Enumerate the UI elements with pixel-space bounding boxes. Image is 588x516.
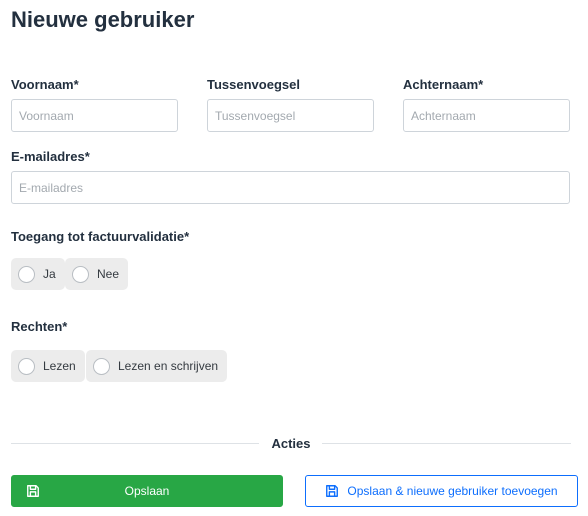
radio-circle[interactable]: [72, 265, 89, 283]
last-name-label: Achternaam*: [403, 77, 484, 92]
radio-label: Lezen: [43, 359, 76, 373]
save-and-add-new-user-button[interactable]: Opslaan & nieuwe gebruiker toevoegen: [305, 475, 578, 507]
radio-label: Ja: [43, 267, 56, 281]
floppy-disk-icon: [26, 484, 40, 498]
divider-left: [11, 443, 259, 444]
invoice-access-label: Toegang tot factuurvalidatie*: [11, 229, 190, 244]
infix-input[interactable]: [207, 99, 374, 132]
save-button[interactable]: Opslaan: [11, 475, 283, 507]
radio-label: Lezen en schrijven: [118, 359, 219, 373]
infix-label: Tussenvoegsel: [207, 77, 300, 92]
last-name-input[interactable]: [403, 99, 570, 132]
radio-circle[interactable]: [93, 357, 110, 375]
first-name-input[interactable]: [11, 99, 178, 132]
actions-title: Acties: [264, 436, 318, 452]
divider-right: [322, 443, 571, 444]
floppy-disk-icon: [325, 484, 339, 498]
radio-circle[interactable]: [18, 265, 35, 283]
invoice-access-option-ja[interactable]: Ja: [11, 258, 65, 290]
rights-label: Rechten*: [11, 319, 68, 334]
page-title: Nieuwe gebruiker: [11, 7, 195, 32]
save-and-add-new-user-label: Opslaan & nieuwe gebruiker toevoegen: [347, 484, 558, 498]
invoice-access-option-nee[interactable]: Nee: [65, 258, 129, 290]
rights-option-read-write[interactable]: Lezen en schrijven: [86, 350, 228, 382]
radio-circle[interactable]: [18, 357, 35, 375]
email-input[interactable]: [11, 171, 570, 204]
save-button-label: Opslaan: [124, 484, 170, 498]
email-label: E-mailadres*: [11, 149, 90, 164]
radio-label: Nee: [97, 267, 120, 281]
rights-option-read[interactable]: Lezen: [11, 350, 85, 382]
first-name-label: Voornaam*: [11, 77, 79, 92]
